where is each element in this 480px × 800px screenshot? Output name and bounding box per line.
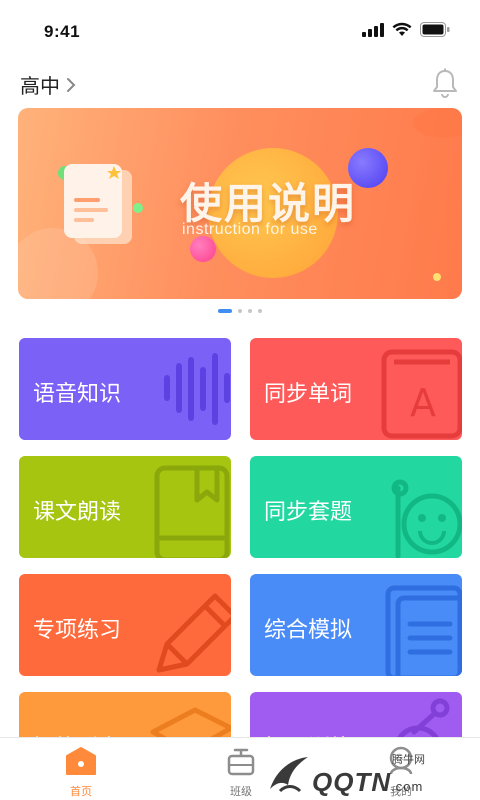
class-icon (227, 748, 255, 776)
card-comprehensive-mock[interactable]: 综合模拟 (250, 574, 462, 676)
bird-logo-icon (270, 757, 308, 793)
card-sync-words[interactable]: A 同步单词 (250, 338, 462, 440)
banner-pagination (0, 309, 480, 313)
watermark-brand: QQTN.com (312, 767, 423, 798)
pagination-dot[interactable] (248, 309, 252, 313)
card-label: 同步套题 (264, 499, 353, 524)
pagination-dot-active[interactable] (218, 309, 232, 313)
card-label: 课文朗读 (33, 499, 122, 524)
banner-decoration (433, 273, 441, 281)
banner-decoration (190, 236, 216, 262)
signal-icon (362, 22, 384, 37)
tab-label: 首页 (70, 786, 92, 798)
grade-selector[interactable]: 高中 (20, 70, 76, 99)
watermark-logo: 腾牛网 QQTN.com (262, 745, 472, 800)
status-bar: 9:41 (0, 0, 480, 60)
card-label: 综合模拟 (264, 617, 353, 642)
banner-decoration (413, 108, 462, 138)
header: 高中 (0, 64, 480, 104)
watermark-small-text: 腾牛网 (392, 754, 425, 766)
chevron-right-icon (67, 77, 76, 92)
bell-icon[interactable] (432, 68, 458, 98)
status-icons (362, 22, 450, 37)
watermark-suffix: .com (391, 779, 424, 794)
card-special-practice[interactable]: 专项练习 (19, 574, 231, 676)
card-label: 同步单词 (264, 381, 353, 406)
card-text-reading[interactable]: 课文朗读 (19, 456, 231, 558)
banner-subtitle: instruction for use (182, 221, 318, 238)
document-card-icon (64, 164, 132, 244)
card-label: 专项练习 (33, 617, 122, 642)
home-icon (66, 747, 96, 775)
pagination-dot[interactable] (258, 309, 262, 313)
status-time: 9:41 (44, 22, 81, 41)
watermark-brand-text: QQTN (312, 767, 392, 797)
battery-icon (420, 22, 450, 37)
svg-text:A: A (410, 381, 436, 425)
card-phonetics[interactable]: 语音知识 (19, 338, 231, 440)
wifi-icon (392, 22, 412, 36)
grade-label: 高中 (20, 76, 60, 98)
pagination-dot[interactable] (238, 309, 242, 313)
card-sync-tests[interactable]: 同步套题 (250, 456, 462, 558)
instruction-banner[interactable]: 使用说明 instruction for use (18, 108, 462, 299)
tab-home[interactable]: 首页 (51, 746, 111, 798)
card-label: 语音知识 (33, 381, 122, 406)
